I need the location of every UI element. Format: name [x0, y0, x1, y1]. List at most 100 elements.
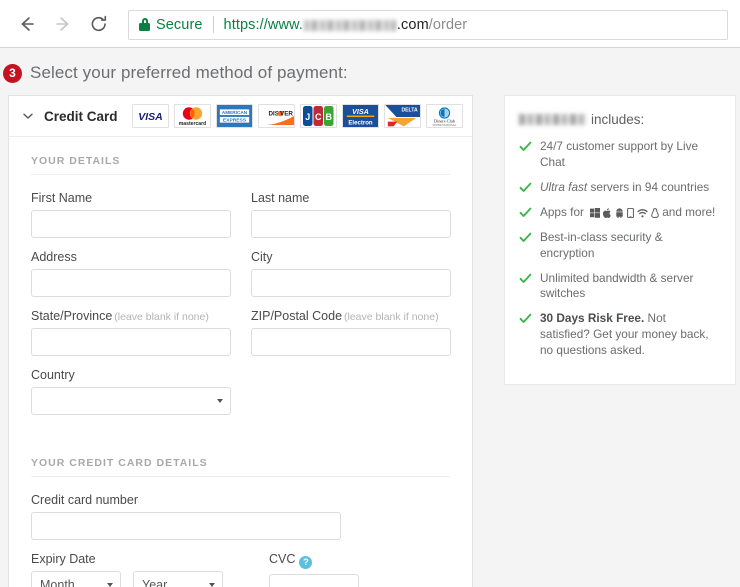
- city-label: City: [251, 250, 273, 264]
- chevron-down-icon[interactable]: [21, 109, 35, 123]
- delta-icon: DELTA: [383, 104, 421, 128]
- feature-bold: 30 Days Risk Free.: [540, 311, 645, 326]
- first-name-input[interactable]: [31, 210, 231, 238]
- state-province-label: State/Province (leave blank if none): [31, 309, 231, 323]
- check-icon: [519, 140, 532, 153]
- svg-text:Electron: Electron: [348, 121, 372, 127]
- page-columns: Credit Card VISA mastercard AMERICAN EXP…: [0, 95, 740, 587]
- state-province-label-text: State/Province: [31, 309, 113, 323]
- zip-postal-label: ZIP/Postal Code (leave blank if none): [251, 309, 451, 323]
- includes-panel: includes: 24/7 customer support by Live …: [504, 95, 736, 386]
- back-button[interactable]: [12, 9, 42, 39]
- list-item: Apps for and more!: [519, 205, 719, 221]
- address-input[interactable]: [31, 269, 231, 297]
- svg-text:VER: VER: [280, 111, 293, 118]
- card-number-input[interactable]: [31, 512, 341, 540]
- includes-title: includes:: [519, 112, 719, 127]
- country-select-wrapper[interactable]: [31, 387, 231, 415]
- check-icon: [519, 272, 532, 285]
- svg-text:mastercard: mastercard: [178, 121, 205, 127]
- help-icon[interactable]: ?: [299, 556, 313, 570]
- url-host-suffix: .com: [396, 16, 429, 33]
- svg-text:INTERNATIONAL: INTERNATIONAL: [432, 123, 456, 127]
- browser-toolbar: Secure https://www. .com/order: [0, 0, 740, 48]
- state-province-hint: (leave blank if none): [114, 311, 209, 323]
- discover-icon: DISC VER: [257, 104, 295, 128]
- country-field: Country: [31, 368, 231, 415]
- check-icon: [519, 231, 532, 244]
- svg-text:C: C: [314, 112, 321, 122]
- check-icon: [519, 206, 532, 219]
- check-icon: [519, 312, 532, 325]
- feature-text: Unlimited bandwidth & server switches: [540, 270, 694, 301]
- expiry-date-field: Expiry Date Month Year: [31, 552, 223, 587]
- cvc-input[interactable]: [269, 574, 359, 587]
- country-select[interactable]: [31, 387, 231, 415]
- svg-text:DELTA: DELTA: [401, 107, 418, 113]
- svg-text:VISA: VISA: [352, 108, 369, 116]
- url-scheme: https://www.: [223, 16, 303, 33]
- check-icon: [519, 181, 532, 194]
- address-row: Address City: [31, 250, 451, 297]
- feature-emphasis: Ultra fast: [540, 179, 588, 194]
- state-zip-row: State/Province (leave blank if none) ZIP/…: [31, 309, 451, 356]
- feature-text: Ultra fast servers in 94 countries: [540, 180, 709, 196]
- address-label: Address: [31, 250, 77, 264]
- wifi-icon: [637, 208, 648, 218]
- mastercard-icon: mastercard: [173, 104, 211, 128]
- expiry-date-label: Expiry Date: [31, 552, 96, 566]
- url-path: /order: [428, 16, 468, 33]
- zip-postal-input[interactable]: [251, 328, 451, 356]
- cvc-label-text: CVC: [269, 552, 296, 566]
- feature-text: Apps for and more!: [540, 205, 715, 221]
- zip-postal-field: ZIP/Postal Code (leave blank if none): [251, 309, 451, 356]
- page-title: Select your preferred method of payment:: [30, 63, 348, 82]
- url-text: https://www. .com/order: [224, 17, 468, 33]
- android-icon: [615, 208, 624, 218]
- last-name-input[interactable]: [251, 210, 451, 238]
- secure-label: Secure: [156, 16, 203, 33]
- list-item: Unlimited bandwidth & server switches: [519, 271, 719, 303]
- city-input[interactable]: [251, 269, 451, 297]
- expiry-month-select[interactable]: Month: [31, 571, 121, 587]
- state-province-input[interactable]: [31, 328, 231, 356]
- step-number-badge: 3: [3, 63, 22, 83]
- feature-text-before: Apps for: [540, 204, 588, 219]
- linux-icon: [651, 207, 659, 218]
- credit-card-form: YOUR DETAILS First Name Last name Addres…: [9, 137, 472, 587]
- svg-text:J: J: [305, 112, 310, 122]
- feature-text: 24/7 customer support by Live Chat: [540, 139, 699, 169]
- address-bar-divider: [212, 16, 214, 33]
- state-province-field: State/Province (leave blank if none): [31, 309, 231, 356]
- first-name-field: First Name: [31, 191, 231, 238]
- svg-text:B: B: [325, 112, 332, 122]
- apple-icon: [603, 207, 612, 218]
- country-row: Country: [31, 368, 450, 415]
- svg-text:VISA: VISA: [138, 111, 163, 123]
- card-number-row: Credit card number: [31, 493, 450, 540]
- last-name-label: Last name: [251, 191, 310, 205]
- visa-icon: VISA: [131, 104, 169, 128]
- zip-postal-hint: (leave blank if none): [344, 311, 439, 323]
- address-field: Address: [31, 250, 231, 297]
- reload-button[interactable]: [84, 9, 114, 39]
- feature-text-after: and more!: [662, 204, 716, 219]
- expiry-year-select[interactable]: Year: [133, 571, 223, 587]
- city-field: City: [251, 250, 451, 297]
- address-bar[interactable]: Secure https://www. .com/order: [128, 9, 728, 40]
- url-redacted-domain: [303, 20, 396, 31]
- feature-text: Best-in-class security & encryption: [540, 229, 663, 260]
- list-item: 24/7 customer support by Live Chat: [519, 139, 719, 171]
- cvc-field: CVC?: [269, 552, 359, 587]
- last-name-field: Last name: [251, 191, 451, 238]
- expiry-selects: Month Year: [31, 571, 223, 587]
- forward-button[interactable]: [48, 9, 78, 39]
- credit-card-panel-header[interactable]: Credit Card VISA mastercard AMERICAN EXP…: [9, 96, 472, 137]
- expiry-cvc-row: Expiry Date Month Year CVC ?: [31, 552, 450, 587]
- feature-text-rest: servers in 94 countries: [587, 179, 710, 194]
- expiry-month-wrapper[interactable]: Month: [31, 571, 121, 587]
- diners-club-icon: Diners Club INTERNATIONAL: [425, 104, 463, 128]
- feature-list: 24/7 customer support by Live Chat Ultra…: [519, 139, 719, 359]
- mobile-icon: [627, 207, 635, 218]
- expiry-year-wrapper[interactable]: Year: [133, 571, 223, 587]
